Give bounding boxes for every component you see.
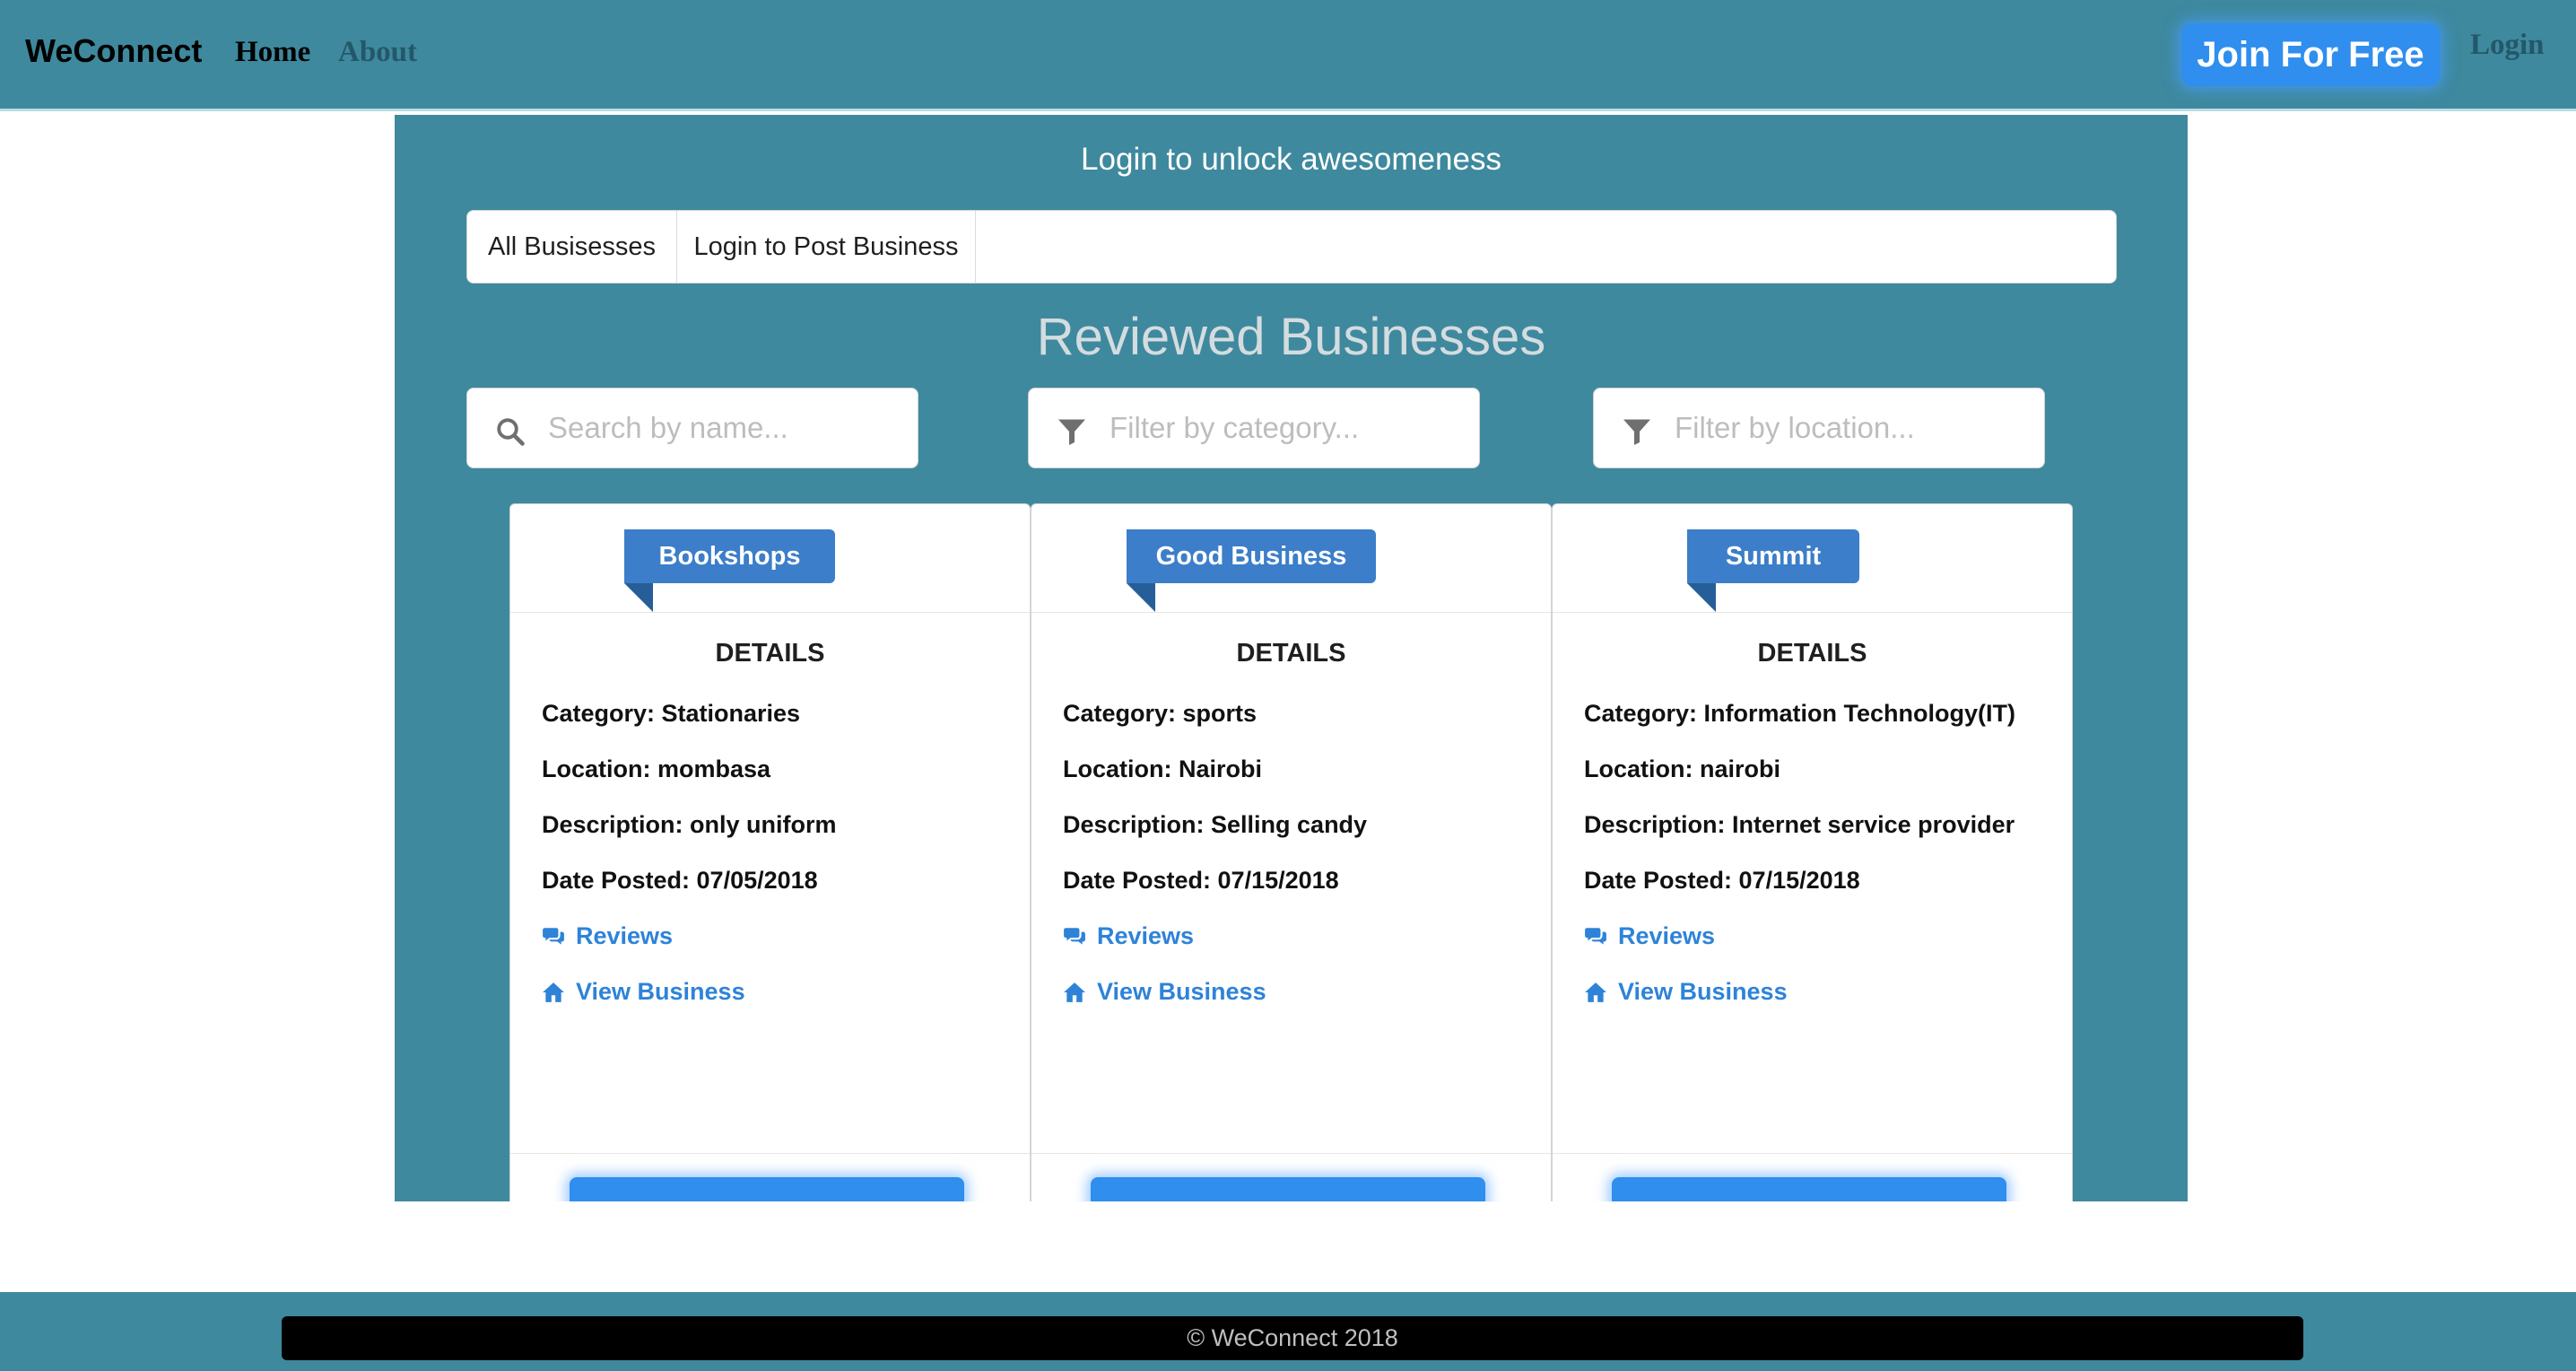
card-header: Summit — [1553, 504, 2072, 613]
details-heading: DETAILS — [1757, 639, 1867, 668]
business-menu: All Busisesses Login to Post Business — [466, 210, 2117, 284]
reviews-link-label: Reviews — [1097, 922, 1195, 949]
business-description: Description: Selling candy — [1063, 811, 1368, 838]
view-business-link[interactable]: View Business — [1063, 978, 1266, 1006]
category-filter-input[interactable] — [1110, 405, 1459, 451]
business-date-posted: Date Posted: 07/15/2018 — [1063, 867, 1339, 894]
business-card: Bookshops DETAILS Category: Stationaries… — [509, 503, 1031, 1201]
search-icon — [497, 418, 525, 446]
business-name-ribbon: Good Business — [1127, 529, 1376, 612]
home-icon — [1064, 982, 1085, 1002]
search-input[interactable] — [548, 405, 898, 451]
reviews-link-label: Reviews — [576, 922, 674, 949]
reviews-link-label: Reviews — [1618, 922, 1716, 949]
reviews-link[interactable]: Reviews — [1063, 922, 1194, 950]
location-filter-field — [1593, 388, 2045, 468]
card-header: Bookshops — [510, 504, 1030, 613]
view-business-link[interactable]: View Business — [542, 978, 745, 1006]
business-date-posted: Date Posted: 07/15/2018 — [1584, 867, 1860, 894]
home-icon — [1585, 982, 1606, 1002]
page-footer: © WeConnect 2018 — [0, 1292, 2576, 1371]
home-icon — [543, 982, 564, 1002]
card-action-button[interactable] — [1091, 1177, 1485, 1201]
login-link[interactable]: Login — [2470, 29, 2545, 62]
business-category: Category: sports — [1063, 700, 1258, 727]
business-location: Location: mombasa — [542, 755, 771, 782]
copyright-text: © WeConnect 2018 — [1187, 1324, 1398, 1351]
nav-about-link[interactable]: About — [338, 36, 417, 69]
nav-home-link[interactable]: Home — [235, 36, 310, 69]
details-heading: DETAILS — [1236, 639, 1346, 668]
card-footer — [1553, 1153, 2072, 1201]
business-location: Location: Nairobi — [1063, 755, 1262, 782]
brand-logo[interactable]: WeConnect — [25, 32, 202, 70]
comments-icon — [1585, 927, 1606, 945]
view-business-link[interactable]: View Business — [1584, 978, 1788, 1006]
view-business-link-label: View Business — [1618, 978, 1788, 1005]
join-for-free-button[interactable]: Join For Free — [2181, 23, 2440, 86]
category-filter-field — [1028, 388, 1480, 468]
business-card: Summit DETAILS Category: Information Tec… — [1552, 503, 2073, 1201]
card-footer — [510, 1153, 1030, 1201]
view-business-link-label: View Business — [1097, 978, 1266, 1005]
card-action-button[interactable] — [1612, 1177, 2006, 1201]
card-action-button[interactable] — [570, 1177, 964, 1201]
details-heading: DETAILS — [715, 639, 825, 668]
menu-item-all-businesses[interactable]: All Busisesses — [467, 211, 677, 283]
section-title: Reviewed Businesses — [1036, 308, 1546, 366]
main-panel: Login to unlock awesomeness All Busisess… — [395, 115, 2188, 1201]
business-description: Description: Internet service provider — [1584, 811, 2015, 838]
business-name-ribbon: Bookshops — [624, 529, 835, 612]
filter-icon — [1058, 419, 1085, 445]
business-location: Location: nairobi — [1584, 755, 1780, 782]
business-date-posted: Date Posted: 07/05/2018 — [542, 867, 818, 894]
card-footer — [1031, 1153, 1551, 1201]
business-category: Category: Stationaries — [542, 700, 801, 727]
filter-icon — [1623, 419, 1650, 445]
business-description: Description: only uniform — [542, 811, 837, 838]
business-card: Good Business DETAILS Category: sports L… — [1031, 503, 1552, 1201]
menu-item-login-to-post[interactable]: Login to Post Business — [677, 211, 976, 283]
card-header: Good Business — [1031, 504, 1551, 613]
search-field — [466, 388, 918, 468]
copyright-bar: © WeConnect 2018 — [282, 1316, 2303, 1360]
reviews-link[interactable]: Reviews — [542, 922, 673, 950]
reviews-link[interactable]: Reviews — [1584, 922, 1715, 950]
business-name-ribbon: Summit — [1687, 529, 1859, 612]
location-filter-input[interactable] — [1675, 405, 2024, 451]
comments-icon — [543, 927, 564, 945]
business-category: Category: Information Technology(IT) — [1584, 700, 2015, 727]
top-navbar: WeConnect Home About Join For Free Login — [0, 0, 2576, 111]
view-business-link-label: View Business — [576, 978, 745, 1005]
comments-icon — [1064, 927, 1085, 945]
panel-subtitle: Login to unlock awesomeness — [1081, 142, 1501, 177]
